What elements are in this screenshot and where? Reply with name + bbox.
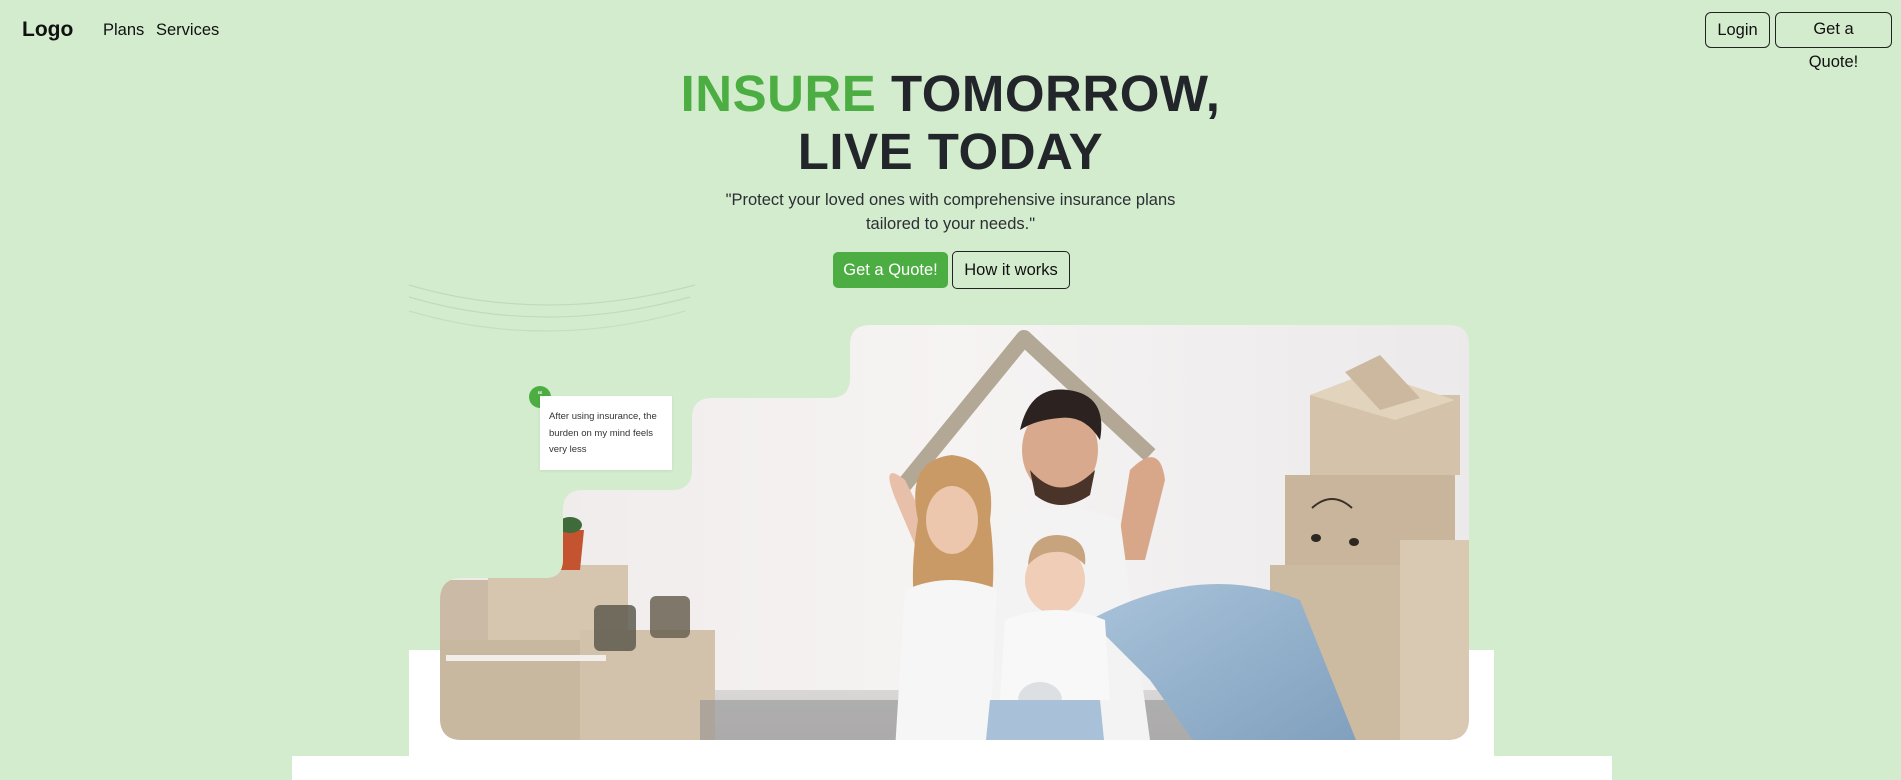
hero-family-photo [440,325,1469,740]
testimonial-card: After using insurance, the burden on my … [540,396,672,470]
landing-page: Logo Plans Services Login Get a Quote! I… [0,0,1901,780]
testimonial-text: After using insurance, the burden on my … [549,411,657,455]
